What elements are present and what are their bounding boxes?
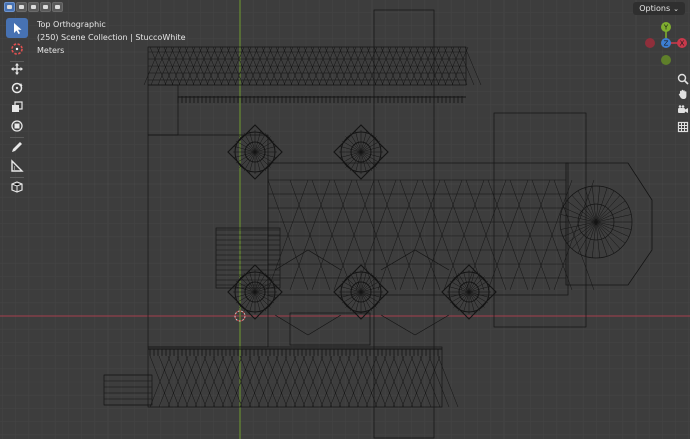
apse-polygon — [565, 162, 653, 286]
x-axis-label: X — [680, 40, 685, 48]
select-mode-intersect-icon[interactable] — [52, 2, 63, 12]
navigation-gizmo[interactable]: Y X Z — [640, 18, 690, 70]
zoom-button[interactable] — [676, 72, 689, 85]
measure-tool[interactable] — [6, 156, 28, 176]
cursor-tool[interactable] — [6, 39, 28, 59]
camera-view-button[interactable] — [676, 103, 689, 116]
select-mode-invert-icon[interactable] — [40, 2, 51, 12]
vertical-strip — [373, 9, 435, 439]
y-axis-label: Y — [663, 24, 669, 32]
select-cursor-icon — [14, 23, 22, 34]
measure-ruler-icon — [11, 159, 24, 172]
collection-info: (250) Scene Collection | StuccoWhite — [37, 33, 186, 42]
rotate-icon — [11, 82, 23, 94]
arch-line — [380, 314, 416, 336]
roof-hatch — [464, 46, 482, 86]
apse-rib — [571, 221, 597, 249]
options-dropdown[interactable]: Options ⌄ — [633, 2, 685, 15]
pan-hand-icon — [678, 89, 686, 99]
arch-line — [414, 249, 450, 271]
arch-line — [274, 314, 309, 336]
move-tool[interactable] — [6, 59, 28, 79]
floor-hatch — [437, 355, 459, 408]
add-cube-tool[interactable] — [6, 177, 28, 197]
annotate-tool[interactable] — [6, 137, 28, 157]
arch-line — [307, 314, 342, 336]
z-axis-label: Z — [664, 40, 669, 48]
apse-rib — [595, 221, 629, 237]
viewport-info-overlay: Top Orthographic (250) Scene Collection … — [37, 18, 186, 57]
select-mode-extend-icon[interactable] — [16, 2, 27, 12]
view-name: Top Orthographic — [37, 20, 106, 29]
grid-icon — [677, 121, 688, 132]
select-mode-subtract-icon[interactable] — [28, 2, 39, 12]
arch-line — [414, 314, 450, 336]
select-box-tool[interactable] — [6, 18, 28, 38]
floor-hatch — [428, 355, 450, 408]
scale-icon — [12, 101, 23, 112]
select-mode-new-icon[interactable] — [4, 2, 15, 12]
entry-block — [289, 312, 371, 346]
move-arrows-icon — [11, 63, 23, 75]
zoom-magnifier-icon — [677, 73, 689, 85]
apse-rib — [571, 195, 597, 223]
apse-rib — [595, 207, 629, 223]
options-label: Options — [639, 4, 671, 13]
chevron-down-icon: ⌄ — [673, 5, 679, 13]
wall-block-left — [147, 84, 179, 136]
step-block — [103, 374, 153, 406]
neg-x-axis-handle[interactable] — [645, 38, 655, 48]
transform-icon — [11, 120, 23, 132]
add-cube-icon — [11, 181, 23, 193]
arch-line — [307, 249, 342, 271]
transform-tool[interactable] — [6, 116, 28, 136]
3d-cursor-icon — [11, 43, 23, 55]
rotate-tool[interactable] — [6, 78, 28, 98]
wireframe-mesh — [103, 9, 653, 439]
apse-rib — [595, 195, 621, 223]
pan-button[interactable] — [676, 87, 689, 100]
annotate-pencil-icon — [12, 142, 22, 152]
header-select-modes — [4, 2, 63, 12]
main-hall-outline — [147, 134, 269, 348]
ortho-grid-button[interactable] — [676, 120, 689, 133]
apse-rib — [595, 221, 621, 249]
scale-tool[interactable] — [6, 97, 28, 117]
3d-viewport[interactable]: Options ⌄ Top Orthographic (250) Scene Co… — [0, 0, 690, 439]
neg-y-axis-handle[interactable] — [661, 55, 671, 65]
camera-icon — [677, 104, 688, 113]
units-label: Meters — [37, 46, 65, 55]
